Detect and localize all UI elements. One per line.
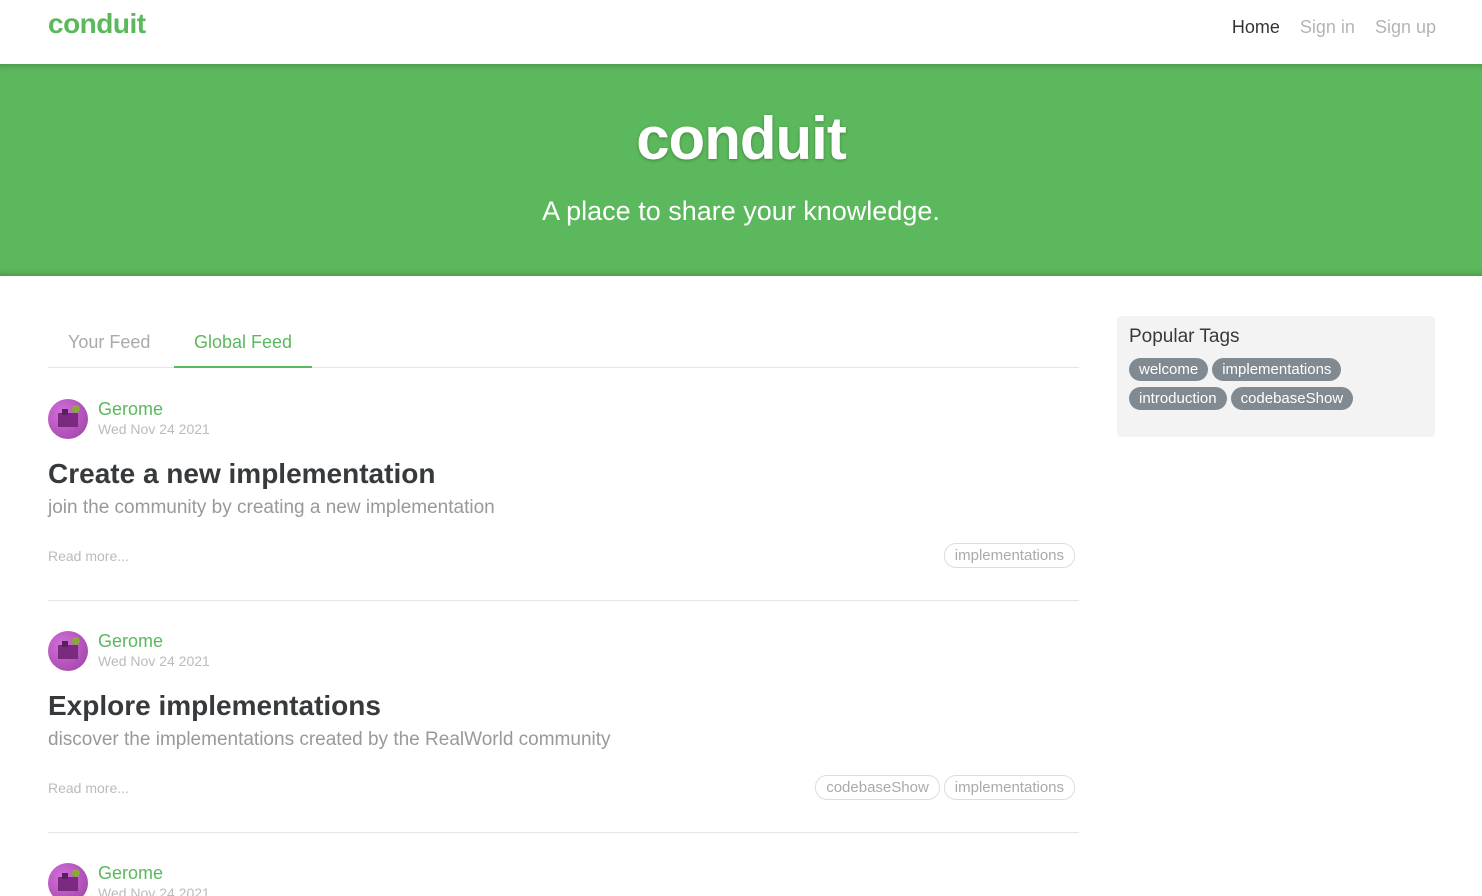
popular-tag-list: welcome implementations introduction cod… xyxy=(1129,358,1429,410)
article-title[interactable]: Create a new implementation xyxy=(48,458,435,490)
author-link[interactable]: Gerome xyxy=(98,631,163,652)
nav-sign-up-link[interactable]: Sign up xyxy=(1375,17,1436,38)
banner-subtitle: A place to share your knowledge. xyxy=(542,196,940,226)
hero-banner: conduit A place to share your knowledge. xyxy=(0,64,1482,276)
top-navbar: conduit Home Sign in Sign up xyxy=(0,0,1482,64)
article-description: join the community by creating a new imp… xyxy=(48,497,495,518)
brand-logo[interactable]: conduit xyxy=(48,8,146,40)
read-more-link[interactable]: Read more... xyxy=(48,780,129,796)
article-tag-list: codebaseShow implementations xyxy=(815,775,1075,800)
article-preview: Gerome Wed Nov 24 2021 Explore implement… xyxy=(48,601,1079,833)
author-link[interactable]: Gerome xyxy=(98,399,163,420)
nav-links: Home Sign in Sign up xyxy=(1232,17,1436,38)
popular-tag[interactable]: welcome xyxy=(1129,358,1209,381)
article-title[interactable]: Explore implementations xyxy=(48,690,381,722)
nav-home-link[interactable]: Home xyxy=(1232,17,1280,38)
read-more-link[interactable]: Read more... xyxy=(48,548,129,564)
avatar[interactable] xyxy=(48,863,88,896)
article-preview: Gerome Wed Nov 24 2021 xyxy=(48,833,1079,896)
author-link[interactable]: Gerome xyxy=(98,863,163,884)
popular-tags-sidebar: Popular Tags welcome implementations int… xyxy=(1117,316,1435,437)
article-date: Wed Nov 24 2021 xyxy=(98,653,210,669)
popular-tag[interactable]: introduction xyxy=(1129,387,1227,410)
article-preview: Gerome Wed Nov 24 2021 Create a new impl… xyxy=(48,369,1079,601)
article-tag[interactable]: implementations xyxy=(943,775,1075,800)
article-tag[interactable]: implementations xyxy=(943,543,1075,568)
article-tag[interactable]: codebaseShow xyxy=(815,775,940,800)
avatar[interactable] xyxy=(48,631,88,671)
tab-your-feed[interactable]: Your Feed xyxy=(48,316,170,368)
feed-tabs: Your Feed Global Feed xyxy=(48,316,1079,368)
banner-title: conduit xyxy=(636,105,847,172)
article-date: Wed Nov 24 2021 xyxy=(98,885,210,896)
article-description: discover the implementations created by … xyxy=(48,729,611,750)
article-date: Wed Nov 24 2021 xyxy=(98,421,210,437)
sidebar-title: Popular Tags xyxy=(1129,326,1240,347)
article-tag-list: implementations xyxy=(943,543,1075,568)
nav-sign-in-link[interactable]: Sign in xyxy=(1300,17,1355,38)
popular-tag[interactable]: implementations xyxy=(1212,358,1342,381)
popular-tag[interactable]: codebaseShow xyxy=(1230,387,1354,410)
avatar[interactable] xyxy=(48,399,88,439)
tab-global-feed[interactable]: Global Feed xyxy=(174,316,313,368)
